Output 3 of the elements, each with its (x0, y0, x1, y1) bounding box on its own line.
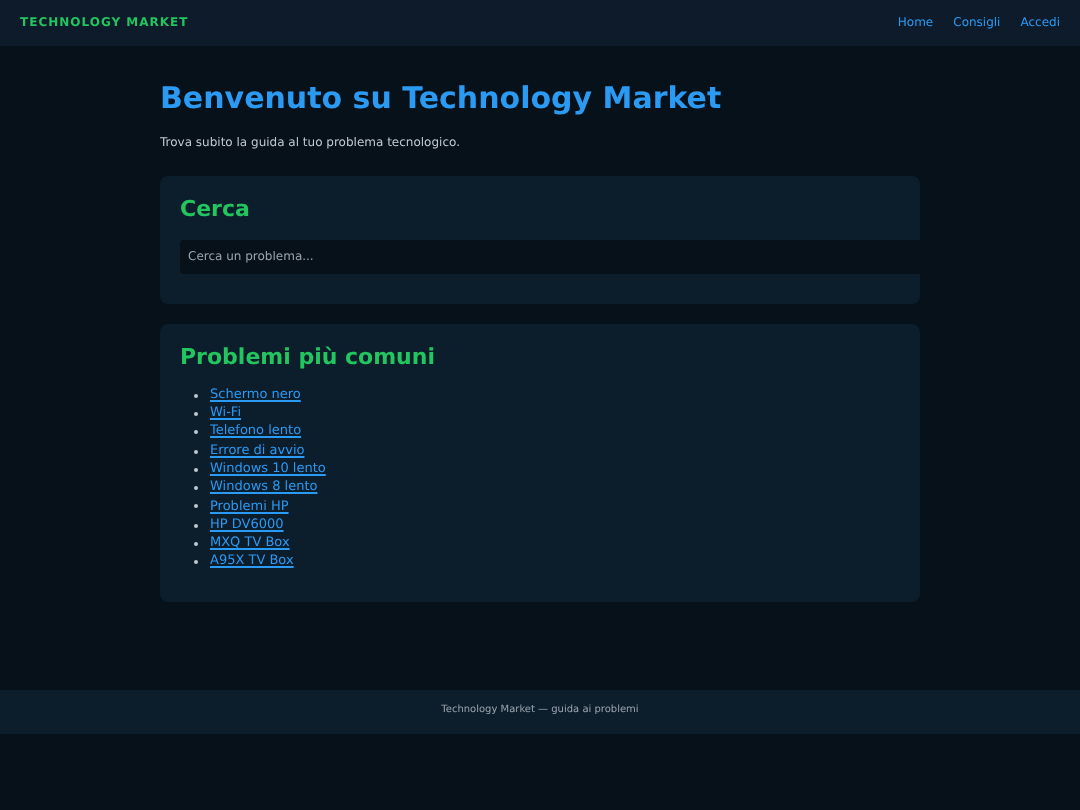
card-title: Problemi più comuni (180, 344, 437, 372)
card-title: Cerca (180, 196, 252, 224)
page-title: Benvenuto su Technology Market (160, 80, 724, 116)
